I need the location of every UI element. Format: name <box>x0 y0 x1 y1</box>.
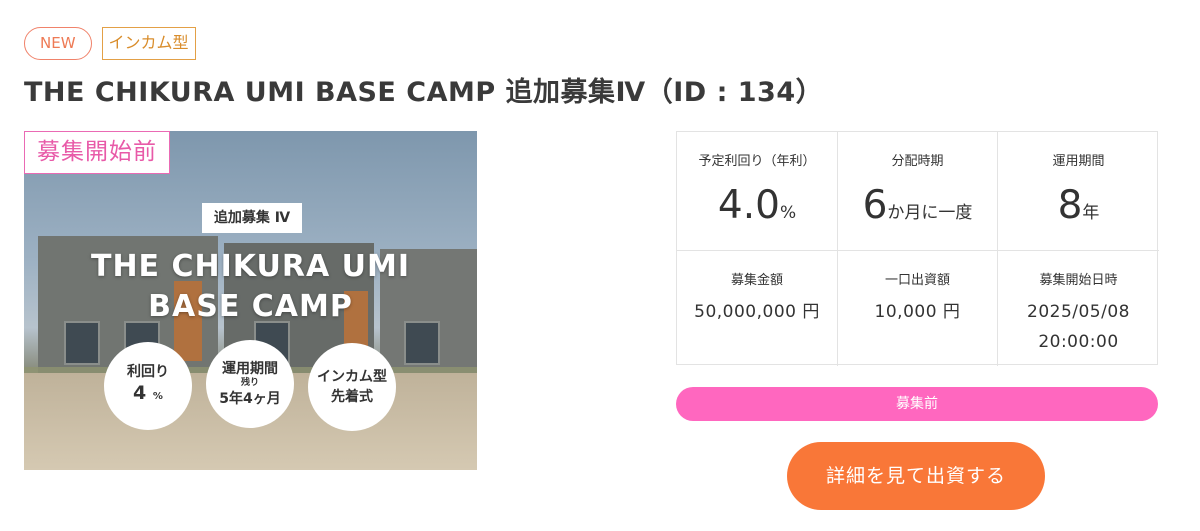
type-circle-line2: 先着式 <box>331 389 373 405</box>
stat-start-time: 20:00:00 <box>1038 332 1119 352</box>
stat-yield: 予定利回り（年利） 4.0% <box>677 132 838 251</box>
hero-name-line1: THE CHIKURA UMI <box>90 249 410 284</box>
fund-type-badge: インカム型 <box>101 27 196 60</box>
stat-distribution-number: 6 <box>862 183 888 228</box>
stat-period: 運用期間 8年 <box>998 132 1159 251</box>
stat-unit-investment: 一口出資額 10,000 円 <box>838 251 998 366</box>
stat-unit-investment-label: 一口出資額 <box>884 273 950 288</box>
yield-circle-value: 4 % <box>133 381 163 409</box>
yield-circle-label: 利回り <box>127 364 169 380</box>
stat-unit-investment-value: 10,000 円 <box>874 302 961 322</box>
type-circle: インカム型 先着式 <box>308 343 396 431</box>
hero-additional-tag: 追加募集 Ⅳ <box>202 203 302 233</box>
period-circle-label: 運用期間 <box>222 360 278 377</box>
period-circle-sub: 残り <box>240 377 259 388</box>
stat-distribution-unit: か月に一度 <box>887 203 973 223</box>
yield-circle-unit: % <box>152 391 163 402</box>
hero-fund-name: THE CHIKURA UMI BASE CAMP <box>24 247 477 327</box>
badge-group: NEW インカム型 <box>24 27 196 60</box>
fund-stats-table: 予定利回り（年利） 4.0% 分配時期 6か月に一度 運用期間 8年 募集金額 … <box>676 131 1159 366</box>
page-title: THE CHIKURA UMI BASE CAMP 追加募集Ⅳ（ID : 134… <box>24 77 824 108</box>
new-badge: NEW <box>24 27 92 60</box>
window-shape <box>64 321 100 365</box>
yield-circle-number: 4 <box>133 382 147 404</box>
stat-distribution-value: 6か月に一度 <box>838 184 997 235</box>
stat-yield-value: 4.0% <box>677 184 837 235</box>
stat-yield-number: 4.0 <box>717 183 780 228</box>
recruitment-status-stamp: 募集開始前 <box>24 131 170 174</box>
stat-yield-label: 予定利回り（年利） <box>698 154 816 169</box>
period-circle-value: 5年4ヶ月 <box>219 390 281 407</box>
stat-yield-unit: % <box>779 203 797 223</box>
type-circle-line1: インカム型 <box>317 369 387 385</box>
stat-amount: 募集金額 50,000,000 円 <box>677 251 838 366</box>
stat-start: 募集開始日時 2025/05/08 20:00:00 <box>998 251 1159 366</box>
stat-distribution-label: 分配時期 <box>891 154 944 169</box>
period-circle: 運用期間 残り 5年4ヶ月 <box>206 340 294 428</box>
yield-circle: 利回り 4 % <box>104 342 192 430</box>
stat-amount-label: 募集金額 <box>730 273 783 288</box>
stat-distribution: 分配時期 6か月に一度 <box>838 132 998 251</box>
fund-hero-image[interactable]: 募集開始前 追加募集 Ⅳ THE CHIKURA UMI BASE CAMP 利… <box>24 131 477 470</box>
stat-period-number: 8 <box>1057 183 1083 228</box>
stat-start-date: 2025/05/08 <box>1027 302 1130 322</box>
stat-period-label: 運用期間 <box>1052 154 1105 169</box>
recruitment-status-bar: 募集前 <box>676 387 1158 421</box>
stat-period-value: 8年 <box>998 184 1159 235</box>
stat-period-unit: 年 <box>1082 203 1100 223</box>
invest-details-button[interactable]: 詳細を見て出資する <box>787 442 1045 510</box>
window-shape <box>404 321 440 365</box>
hero-name-line2: BASE CAMP <box>148 289 353 324</box>
stat-amount-value: 50,000,000 円 <box>694 302 820 322</box>
stat-start-label: 募集開始日時 <box>1039 273 1118 288</box>
stat-start-value: 2025/05/08 20:00:00 <box>998 297 1159 357</box>
